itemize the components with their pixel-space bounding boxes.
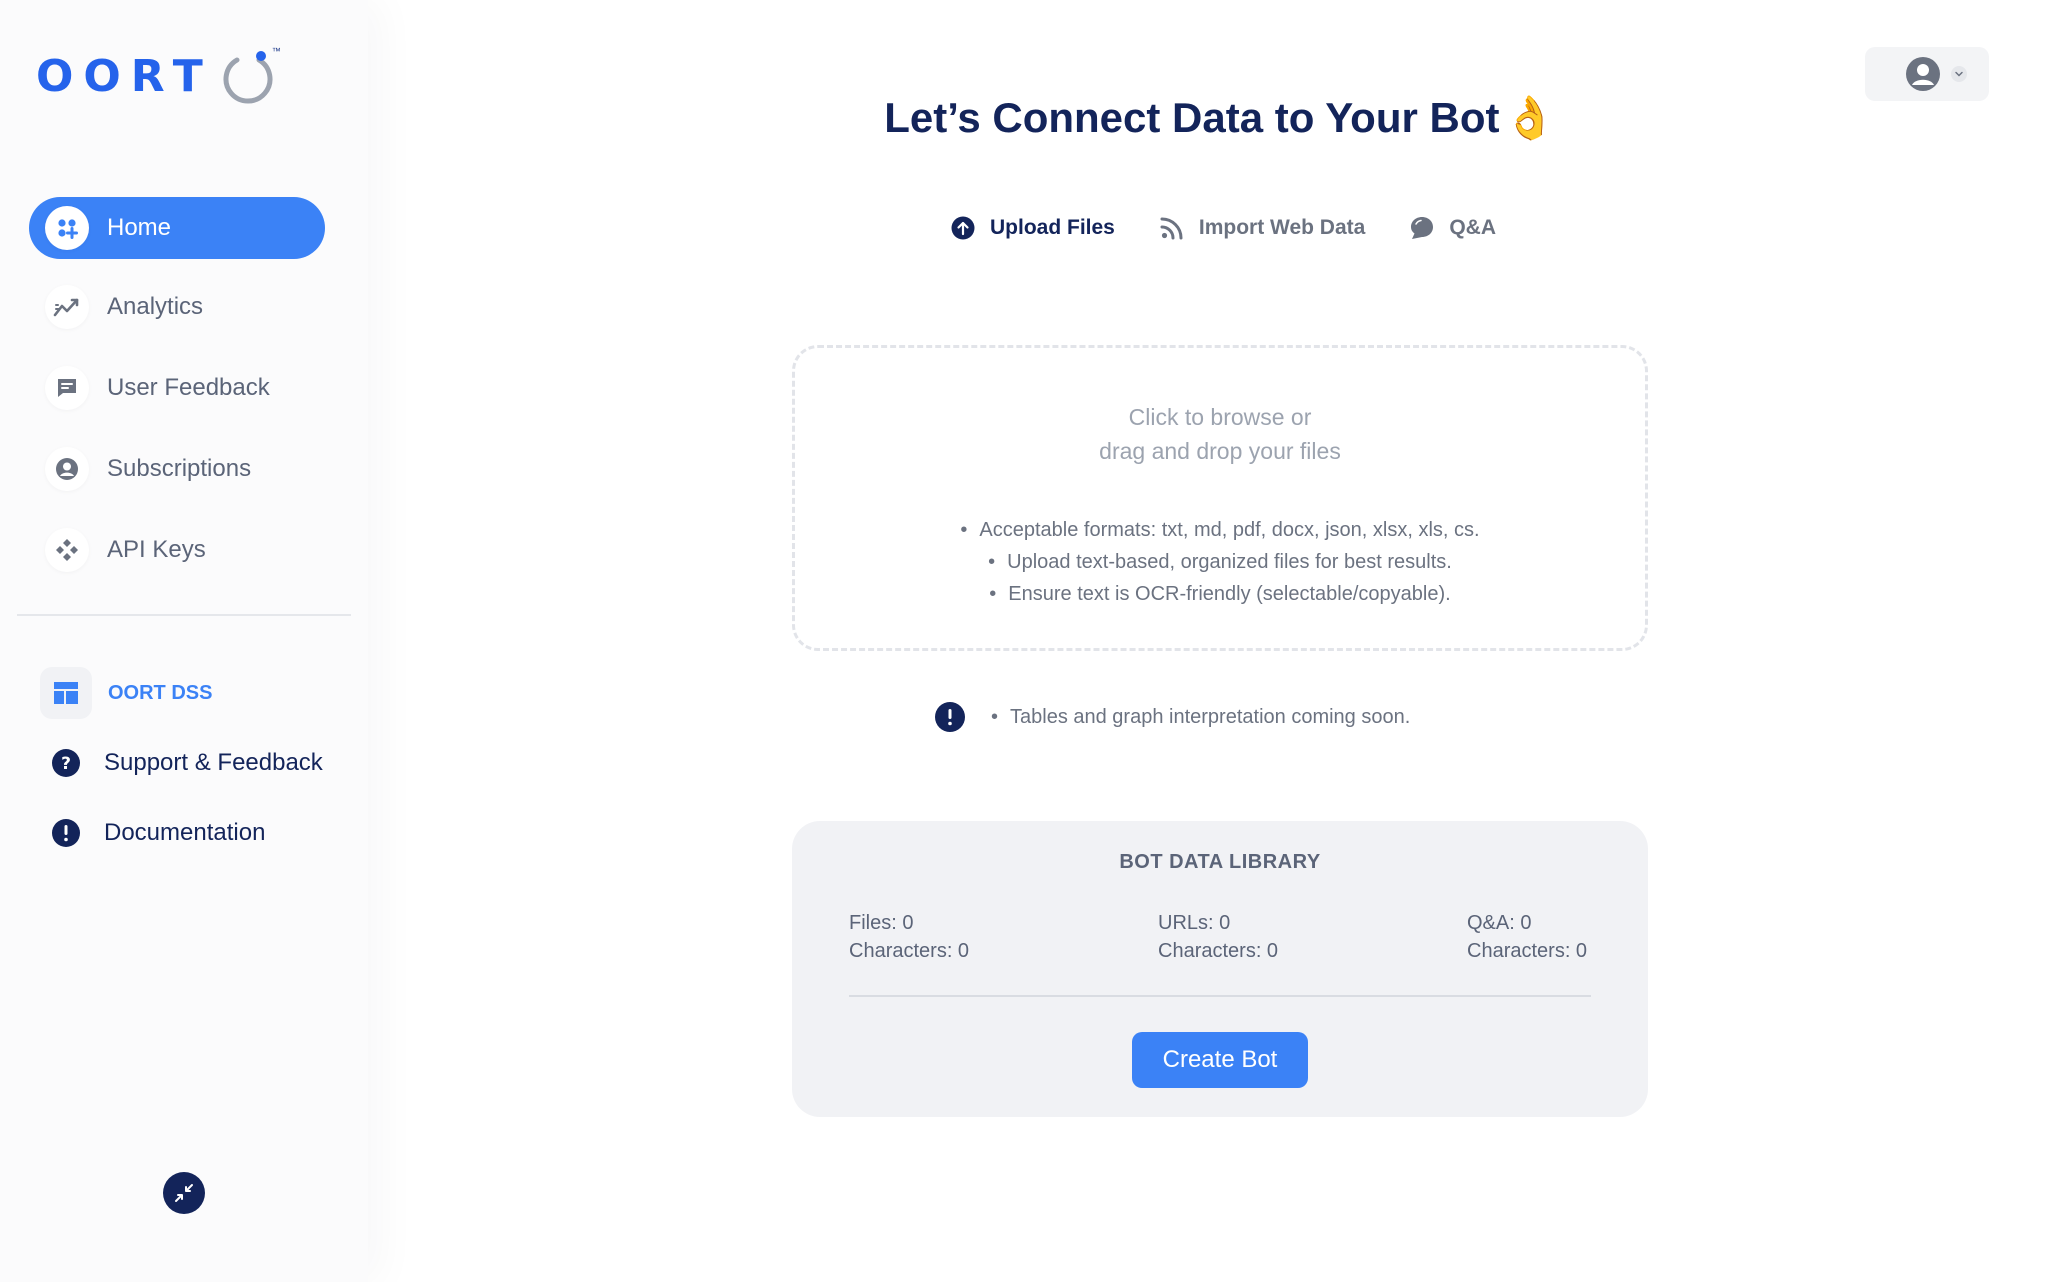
urls-stat: URLs: 0 Characters: 0 [1158,909,1278,965]
library-divider [849,995,1591,997]
urls-count: URLs: 0 [1158,912,1231,934]
chevron-down-icon [1951,66,1967,82]
qa-count: Q&A: 0 [1467,912,1532,934]
sidebar-item-label: Subscriptions [107,455,252,482]
svg-text:?: ? [61,754,71,774]
page-title: Let’s Connect Data to Your Bot👌 [880,94,1560,143]
info-exclamation-icon [40,807,92,859]
exclamation-icon [935,702,965,732]
qa-characters: Characters: 0 [1467,940,1588,962]
sidebar-link-support-feedback[interactable]: ? Support & Feedback [40,736,323,790]
tab-upload-files[interactable]: Upload Files [950,215,1115,241]
file-dropzone[interactable]: Click to browse or drag and drop your fi… [792,345,1648,651]
sidebar-item-api-keys[interactable]: API Keys [29,519,325,581]
sidebar-item-home[interactable]: Home [29,197,325,259]
dashboard-grid-icon [45,206,89,250]
rss-feed-icon [1159,215,1185,241]
oort-logo[interactable]: OORT ™ [36,46,281,104]
sidebar-item-label: User Feedback [107,374,270,401]
sidebar-item-analytics[interactable]: Analytics [29,276,325,338]
sidebar-divider [17,614,351,616]
sidebar-link-oort-dss[interactable]: OORT DSS [40,666,212,720]
dropzone-instructions: Click to browse or drag and drop your fi… [795,400,1645,468]
tab-label: Import Web Data [1198,216,1366,239]
tab-import-web-data[interactable]: Import Web Data [1159,215,1365,241]
sidebar-link-documentation[interactable]: Documentation [40,806,265,860]
tab-label: Q&A [1449,216,1496,239]
user-menu-button[interactable] [1865,47,1989,101]
ok-hand-emoji: 👌 [1503,94,1556,141]
upload-arrow-icon [950,215,976,241]
dropzone-line-1: Click to browse or [1128,404,1312,430]
sidebar-link-label: Support & Feedback [104,749,323,776]
urls-characters: Characters: 0 [1158,940,1279,962]
guideline-item: Ensure text is OCR-friendly (selectable/… [795,578,1645,610]
question-icon: ? [40,737,92,789]
chat-bubble-icon [1409,215,1435,241]
sidebar-item-label: Analytics [107,293,204,320]
dashboard-layout-icon [40,667,92,719]
guideline-item: Upload text-based, organized files for b… [795,546,1645,578]
coming-soon-notice: Tables and graph interpretation coming s… [935,702,1410,732]
sidebar-item-label: API Keys [107,536,206,563]
data-source-tabs: Upload Files Import Web Data Q&A [950,210,1540,246]
sidebar-item-subscriptions[interactable]: Subscriptions [29,438,325,500]
key-diamond-icon [45,528,89,572]
library-title: BOT DATA LIBRARY [1119,851,1321,873]
qa-stat: Q&A: 0 Characters: 0 [1467,909,1587,965]
user-circle-icon [45,447,89,491]
trend-chart-icon [45,285,89,329]
files-stat: Files: 0 Characters: 0 [849,909,969,965]
dropzone-line-2: drag and drop your files [1099,438,1341,464]
files-characters: Characters: 0 [849,940,970,962]
trademark: ™ [271,46,281,56]
logo-ring-icon: ™ [219,46,281,104]
create-bot-button[interactable]: Create Bot [1132,1032,1308,1088]
sidebar: OORT ™ Home Analytics User Feedback Subs… [0,0,368,1282]
sidebar-item-label: Home [107,214,172,241]
collapse-sidebar-button[interactable] [163,1172,205,1214]
logo-text: OORT [36,50,213,102]
chat-message-icon [45,366,89,410]
notice-text: Tables and graph interpretation coming s… [991,706,1410,729]
files-count: Files: 0 [849,912,914,934]
collapse-arrows-icon [175,1184,193,1202]
sidebar-link-label: Documentation [104,819,266,846]
sidebar-link-label: OORT DSS [108,681,213,704]
bot-data-library: BOT DATA LIBRARY Files: 0 Characters: 0 … [792,821,1648,1117]
tab-label: Upload Files [990,216,1115,239]
tab-qa[interactable]: Q&A [1409,215,1496,241]
dropzone-guidelines: Acceptable formats: txt, md, pdf, docx, … [795,514,1645,610]
page-title-text: Let’s Connect Data to Your Bot [884,94,1500,141]
avatar-icon [1906,57,1940,91]
sidebar-item-user-feedback[interactable]: User Feedback [29,357,325,419]
guideline-item: Acceptable formats: txt, md, pdf, docx, … [795,514,1645,546]
